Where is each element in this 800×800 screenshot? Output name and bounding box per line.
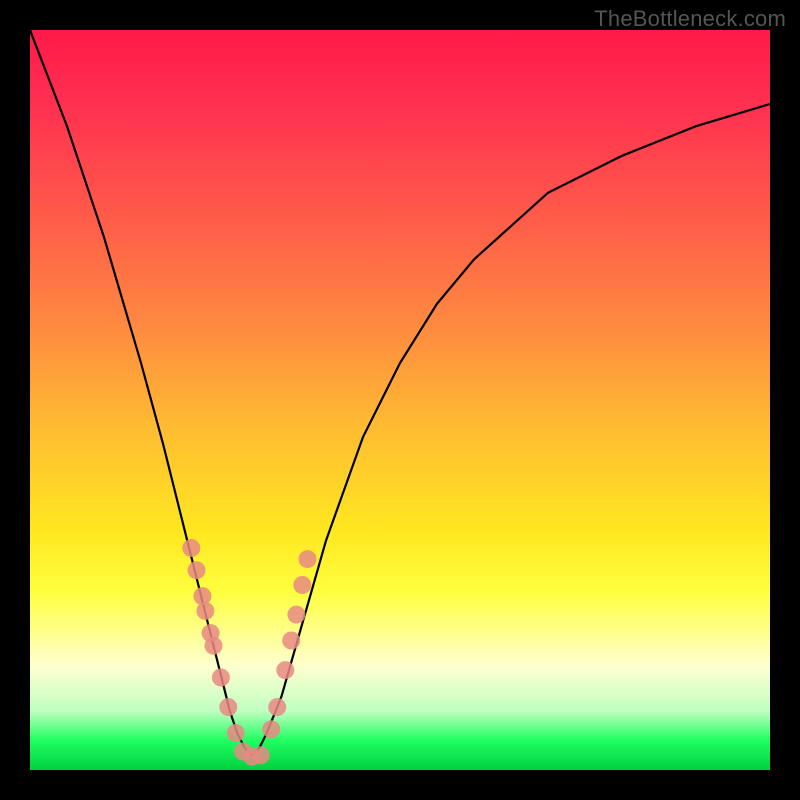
marker-point [268, 698, 286, 716]
marker-point [219, 698, 237, 716]
marker-point [282, 632, 300, 650]
marker-point [252, 746, 270, 764]
marker-point [276, 661, 294, 679]
marker-point [196, 602, 214, 620]
plot-area [30, 30, 770, 770]
marker-point [188, 561, 206, 579]
marker-point [299, 550, 317, 568]
marker-point [293, 576, 311, 594]
chart-svg [30, 30, 770, 770]
marker-point [262, 720, 280, 738]
marker-point [182, 539, 200, 557]
bottleneck-curve [30, 30, 770, 755]
marker-point [287, 606, 305, 624]
marker-point [227, 724, 245, 742]
marker-point [193, 587, 211, 605]
marker-point [205, 637, 223, 655]
marker-group [182, 539, 316, 766]
watermark-text: TheBottleneck.com [594, 6, 786, 32]
marker-point [212, 669, 230, 687]
